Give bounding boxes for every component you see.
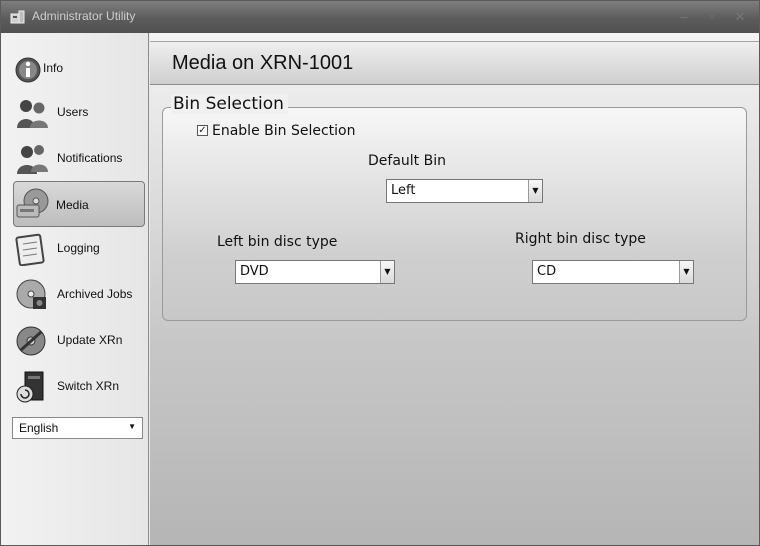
sidebar-item-label: Users — [57, 105, 89, 119]
maximize-icon[interactable]: ▫ — [703, 8, 721, 26]
sidebar: Info Users Notifications Media Logging A… — [1, 33, 149, 545]
chevron-down-icon: ▼ — [528, 180, 542, 202]
right-bin-disc-value: CD — [537, 264, 557, 279]
users-icon — [17, 100, 48, 128]
minimize-icon[interactable]: – — [675, 8, 693, 26]
default-bin-value: Left — [391, 183, 416, 198]
notifications-icon — [17, 145, 48, 174]
bin-selection-group: Bin Selection ✓ Enable Bin Selection Def… — [162, 94, 747, 321]
sidebar-item-label: Logging — [57, 241, 100, 255]
enable-bin-checkbox[interactable]: ✓ — [197, 125, 208, 136]
sidebar-item-notifications[interactable]: Notifications — [13, 139, 145, 179]
left-bin-disc-value: DVD — [240, 264, 269, 279]
app-window: Administrator Utility – ▫ ✕ Info Users N… — [0, 0, 760, 546]
main-content: Media on XRN-1001 Bin Selection ✓ Enable… — [150, 33, 759, 545]
title-bar: Administrator Utility – ▫ ✕ — [1, 1, 759, 33]
chevron-down-icon: ▼ — [380, 261, 394, 283]
sidebar-item-label: Info — [43, 61, 64, 75]
window-title: Administrator Utility — [32, 9, 136, 23]
sidebar-item-update-xrn[interactable]: Update XRn — [13, 321, 145, 361]
close-icon[interactable]: ✕ — [731, 8, 749, 26]
sidebar-item-logging[interactable]: Logging — [13, 229, 145, 269]
chevron-down-icon: ▼ — [679, 261, 693, 283]
switch-icon — [16, 371, 44, 403]
language-select[interactable]: English ▼ — [12, 417, 143, 439]
page-header: Media on XRN-1001 — [150, 41, 759, 85]
left-bin-disc-label: Left bin disc type — [217, 234, 338, 250]
sidebar-item-label: Media — [56, 198, 89, 212]
sidebar-item-archived-jobs[interactable]: Archived Jobs — [13, 275, 145, 315]
sidebar-item-label: Update XRn — [57, 333, 123, 347]
sidebar-item-label: Switch XRn — [57, 379, 120, 393]
logging-icon — [15, 233, 45, 266]
sidebar-item-info[interactable]: Info — [13, 49, 145, 89]
archived-jobs-icon — [16, 279, 46, 309]
right-bin-disc-select[interactable]: CD ▼ — [532, 260, 694, 284]
update-icon — [16, 326, 46, 356]
default-bin-label: Default Bin — [368, 153, 446, 169]
group-title: Bin Selection — [171, 94, 288, 114]
enable-bin-label: Enable Bin Selection — [212, 123, 356, 139]
right-bin-disc-label: Right bin disc type — [515, 231, 646, 247]
language-value: English — [19, 421, 59, 435]
chevron-down-icon: ▼ — [128, 422, 136, 431]
sidebar-item-media[interactable]: Media — [13, 181, 145, 227]
sidebar-item-switch-xrn[interactable]: Switch XRn — [13, 367, 145, 407]
left-bin-disc-select[interactable]: DVD ▼ — [235, 260, 395, 284]
page-title: Media on XRN-1001 — [172, 52, 354, 74]
sidebar-item-users[interactable]: Users — [13, 93, 145, 133]
media-icon — [16, 188, 49, 218]
default-bin-select[interactable]: Left ▼ — [386, 179, 543, 203]
app-icon — [10, 10, 25, 24]
sidebar-item-label: Archived Jobs — [57, 287, 133, 301]
sidebar-item-label: Notifications — [57, 151, 123, 165]
